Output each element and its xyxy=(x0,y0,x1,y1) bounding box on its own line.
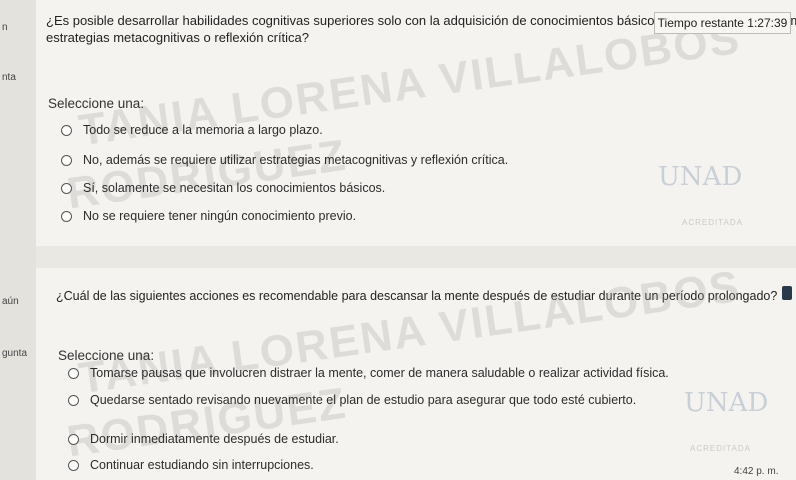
watermark-surname-2: RODRIGUEZ xyxy=(63,378,350,467)
left-question-nav-strip: n nta aún gunta xyxy=(0,0,36,480)
q2-option-4-label: Continuar estudiando sin interrupciones. xyxy=(90,458,314,472)
question-2-prompt: Seleccione una: xyxy=(58,348,155,363)
q1-option-1[interactable]: Todo se reduce a la memoria a largo plaz… xyxy=(61,123,323,137)
system-clock: 4:42 p. m. xyxy=(734,466,779,477)
acreditada-watermark: ACREDITADA xyxy=(682,218,743,227)
q2-option-4-radio[interactable] xyxy=(68,459,79,471)
q1-option-3[interactable]: Sí, solamente se necesitan los conocimie… xyxy=(61,181,385,195)
q1-option-4[interactable]: No se requiere tener ningún conocimiento… xyxy=(61,209,356,223)
watermark-name-2: TANIA LORENA VILLALOBOS xyxy=(75,261,744,404)
question-1-line-1: ¿Es posible desarrollar habilidades cogn… xyxy=(46,13,796,28)
q2-option-3-label: Dormir inmediatamente después de estudia… xyxy=(90,432,339,446)
question-1-card: ¿Es posible desarrollar habilidades cogn… xyxy=(36,0,796,246)
q1-option-2[interactable]: No, además se requiere utilizar estrateg… xyxy=(61,153,508,167)
question-2-text: ¿Cuál de las siguientes acciones es reco… xyxy=(56,289,778,303)
q1-option-1-radio[interactable] xyxy=(61,124,72,136)
q2-option-3[interactable]: Dormir inmediatamente después de estudia… xyxy=(68,432,339,446)
left-fragment-3: aún xyxy=(2,296,19,307)
q1-option-2-label: No, además se requiere utilizar estrateg… xyxy=(83,153,509,167)
q1-option-4-radio[interactable] xyxy=(61,210,72,222)
q2-option-4[interactable]: Continuar estudiando sin interrupciones. xyxy=(68,458,314,472)
q1-option-2-radio[interactable] xyxy=(61,154,72,166)
q1-option-4-label: No se requiere tener ningún conocimiento… xyxy=(83,209,357,223)
watermark-surname: RODRIGUEZ xyxy=(63,130,350,219)
acreditada-watermark-2: ACREDITADA xyxy=(690,444,751,453)
left-fragment-4: gunta xyxy=(2,348,28,359)
left-fragment-1: n xyxy=(2,22,8,33)
q2-option-1-label: Tomarse pausas que involucren distraer l… xyxy=(90,366,669,380)
question-1-text: ¿Es posible desarrollar habilidades cogn… xyxy=(46,12,796,46)
question-2-card: ¿Cuál de las siguientes acciones es reco… xyxy=(36,262,796,480)
q1-option-3-radio[interactable] xyxy=(61,182,72,194)
q2-option-2-label: Quedarse sentado revisando nuevamente el… xyxy=(90,393,637,407)
q1-option-3-label: Sí, solamente se necesitan los conocimie… xyxy=(83,181,386,195)
question-1-line-2: estrategias metacognitivas o reflexión c… xyxy=(46,30,310,45)
q2-option-2-radio[interactable] xyxy=(68,394,79,406)
time-remaining-box: Tiempo restante 1:27:39 xyxy=(654,12,791,34)
q2-option-1[interactable]: Tomarse pausas que involucren distraer l… xyxy=(68,366,669,380)
q2-option-3-radio[interactable] xyxy=(68,433,79,445)
q1-option-1-label: Todo se reduce a la memoria a largo plaz… xyxy=(83,123,323,137)
unad-logo-watermark: UNAD xyxy=(658,162,743,192)
question-1-prompt: Seleccione una: xyxy=(48,96,145,111)
q2-option-1-radio[interactable] xyxy=(68,367,79,379)
q2-option-2[interactable]: Quedarse sentado revisando nuevamente el… xyxy=(68,393,636,407)
info-badge-icon xyxy=(782,286,792,300)
left-fragment-2: nta xyxy=(2,72,16,83)
unad-logo-watermark-2: UNAD xyxy=(684,388,769,418)
